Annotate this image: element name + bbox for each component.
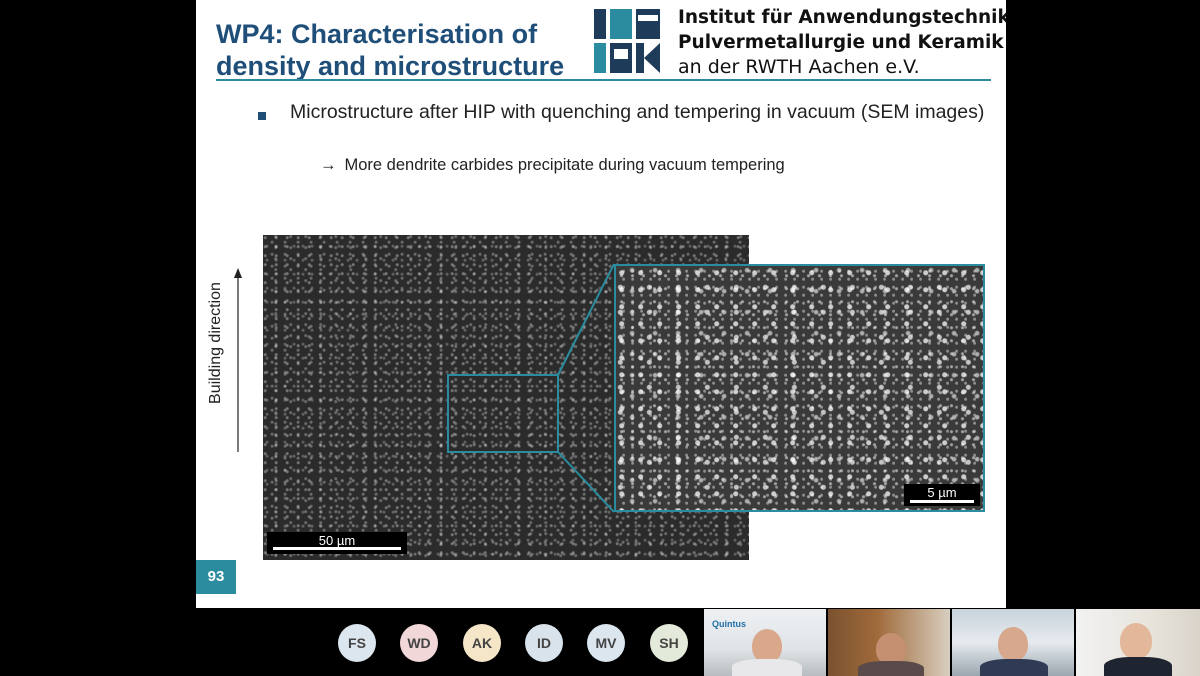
participant-avatar[interactable]: AK	[463, 624, 501, 662]
bullet-text: Microstructure after HIP with quenching …	[290, 101, 985, 123]
page-number: 93	[196, 560, 236, 594]
institute-logo-icon	[594, 9, 660, 73]
title-divider	[216, 79, 991, 81]
participant-video-tile[interactable]	[952, 609, 1074, 676]
participant-avatar[interactable]: FS	[338, 624, 376, 662]
participant-avatar[interactable]: ID	[525, 624, 563, 662]
participant-face	[1120, 623, 1152, 659]
presentation-slide: WP4: Characterisation of density and mic…	[196, 0, 1006, 608]
institute-name-line3: an der RWTH Aachen e.V.	[678, 56, 920, 78]
arrow-up-icon	[234, 268, 242, 452]
participant-face	[752, 629, 782, 663]
participant-body	[858, 661, 924, 676]
participant-face	[998, 627, 1028, 661]
scale-bar-main-label: 50 µm	[318, 533, 356, 548]
sub-bullet-text: More dendrite carbides precipitate durin…	[344, 156, 785, 174]
arrow-right-icon: →	[320, 156, 337, 174]
scale-bar-zoom-label: 5 µm	[927, 485, 957, 500]
institute-name-line2: Pulvermetallurgie und Keramik	[678, 32, 1004, 53]
bullet-marker-icon	[258, 112, 266, 120]
participant-body	[1104, 657, 1172, 676]
quintus-logo-text: Quintus	[712, 619, 746, 629]
scale-bar-zoom-line	[910, 500, 974, 503]
participant-video-tile[interactable]	[1076, 609, 1200, 676]
sub-bullet: → More dendrite carbides precipitate duri…	[320, 154, 940, 176]
sem-image-zoom	[614, 264, 985, 512]
slide-title: WP4: Characterisation of density and mic…	[216, 19, 565, 81]
participant-body	[732, 659, 802, 676]
institute-name: Institut für Anwendungstechnik Pulvermet…	[678, 5, 1006, 80]
building-direction-label: Building direction	[207, 282, 224, 404]
participant-body	[980, 659, 1048, 676]
participant-video-tile[interactable]	[828, 609, 950, 676]
scale-bar-main-line	[273, 547, 401, 550]
participant-avatar[interactable]: WD	[400, 624, 438, 662]
institute-name-line1: Institut für Anwendungstechnik	[678, 7, 1006, 28]
participant-video-tile[interactable]: Quintus	[704, 609, 826, 676]
participant-avatar[interactable]: MV	[587, 624, 625, 662]
scale-bar-zoom: 5 µm	[904, 484, 980, 506]
scale-bar-main: 50 µm	[267, 532, 407, 554]
building-direction-indicator: Building direction	[207, 262, 250, 452]
participant-avatar[interactable]: SH	[650, 624, 688, 662]
